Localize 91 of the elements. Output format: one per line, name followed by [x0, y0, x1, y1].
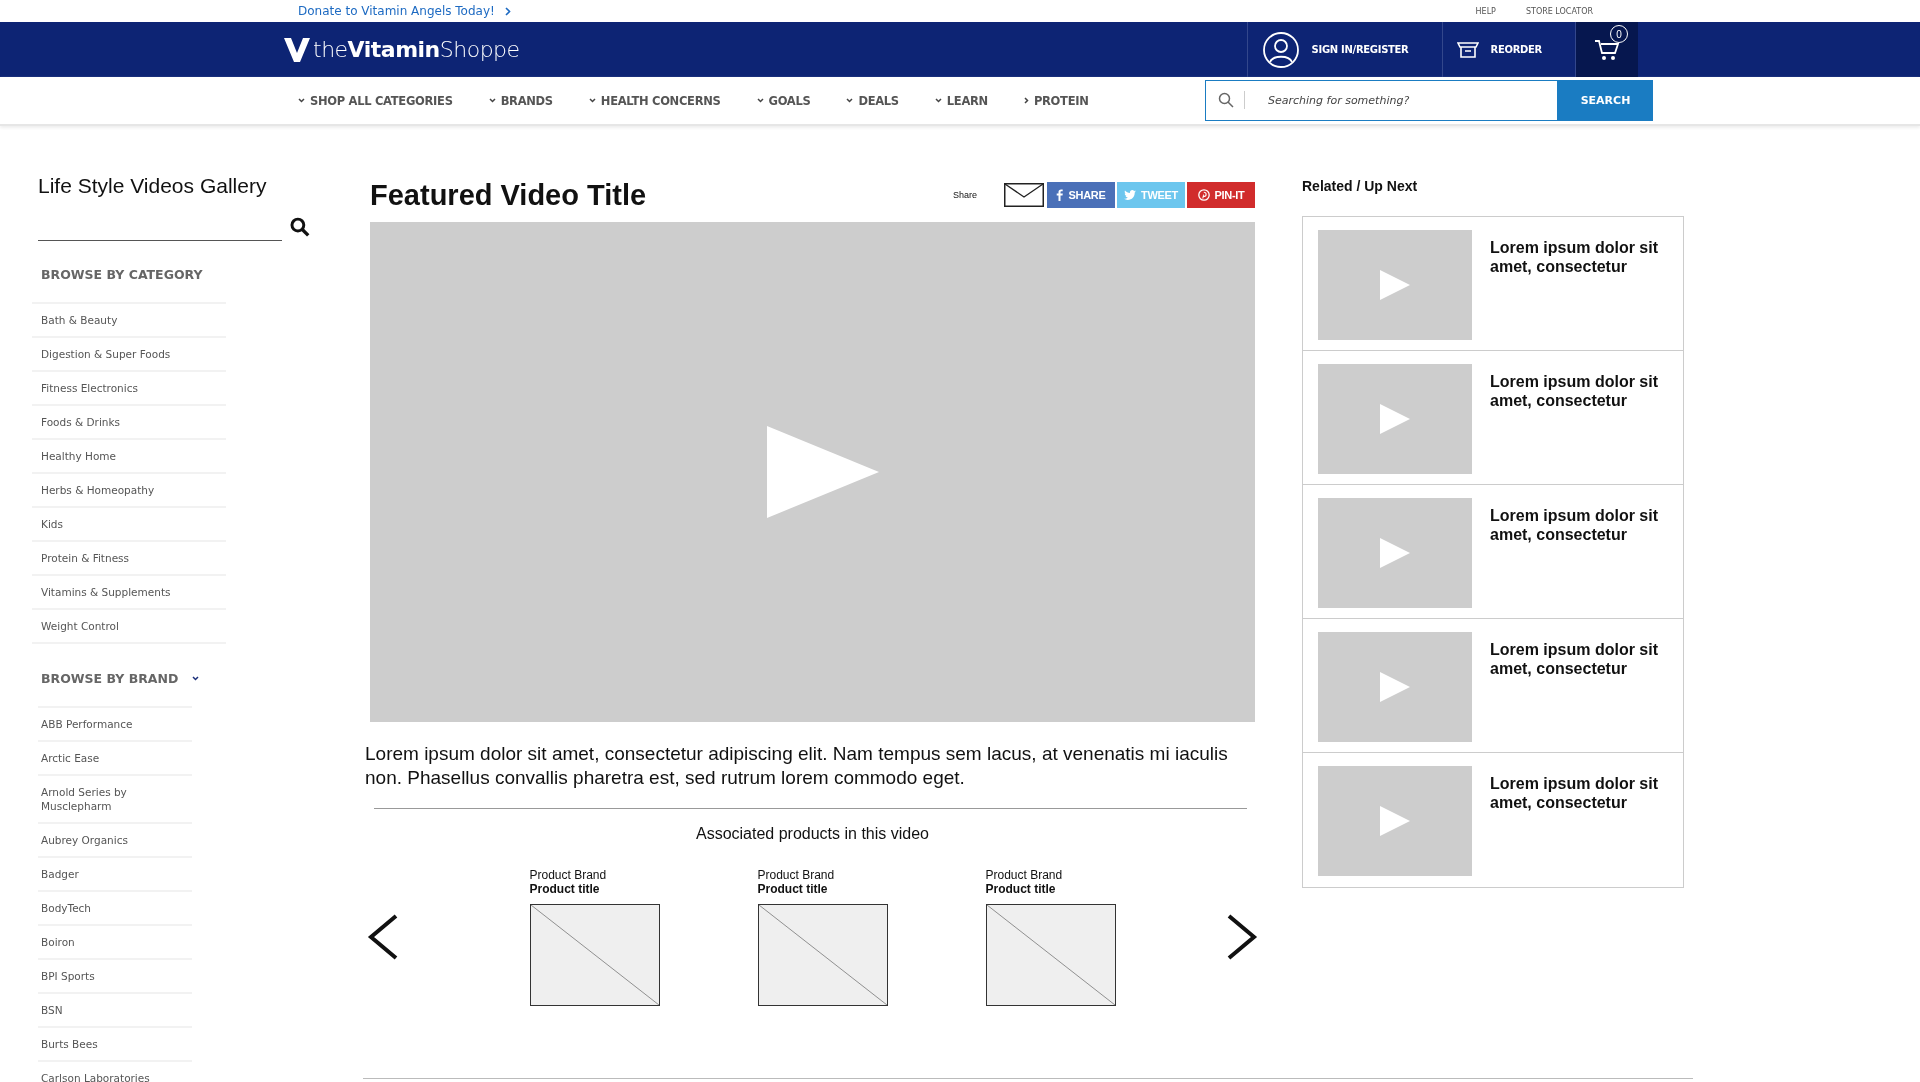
product-title[interactable]: Product title [529, 882, 660, 896]
video-thumbnail[interactable] [1318, 766, 1472, 876]
search-field[interactable]: Searching for something? [1205, 80, 1558, 121]
play-icon [1380, 538, 1410, 568]
chevron-right-icon [504, 6, 511, 16]
caret-icon[interactable] [192, 676, 200, 681]
related-video-title[interactable]: Lorem ipsum dolor sit amet, consectetur [1490, 640, 1675, 752]
share-label: Share [952, 190, 977, 200]
product-image-placeholder[interactable] [985, 904, 1116, 1006]
facebook-icon [1056, 189, 1064, 201]
related-video-title[interactable]: Lorem ipsum dolor sit amet, consectetur [1490, 238, 1675, 350]
brand-link[interactable]: Badger [38, 858, 192, 892]
product-image-placeholder[interactable] [529, 904, 660, 1006]
play-icon [1380, 270, 1410, 300]
search-button[interactable]: SEARCH [1558, 80, 1653, 121]
email-icon[interactable] [1004, 183, 1044, 207]
related-video-title[interactable]: Lorem ipsum dolor sit amet, consectetur [1490, 372, 1675, 484]
chevron-left-icon[interactable] [367, 914, 399, 960]
caret-icon [756, 98, 764, 103]
share-button[interactable]: SHARE [1047, 182, 1115, 208]
logo[interactable]: theVitaminShoppe [283, 36, 520, 63]
utility-link[interactable]: STORE LOCATOR [1525, 6, 1593, 16]
product-brand: Product Brand [757, 868, 836, 882]
category-link[interactable]: Vitamins & Supplements [32, 576, 226, 610]
nav-menu-item[interactable]: GOALS [756, 93, 811, 108]
category-link[interactable]: Healthy Home [32, 440, 226, 474]
video-description: Lorem ipsum dolor sit amet, consectetur adipiscing elit. Nam tempus sem lacus, at venenatis mi iaculis non. Phasellus convallis pharetra est, sed rutrum lorem commodo eget. [365, 742, 1229, 790]
bird-icon [1124, 190, 1136, 200]
nav-menu-item[interactable]: PROTEIN [1023, 93, 1089, 108]
brand-link[interactable]: Burts Bees [38, 1028, 192, 1062]
product-title[interactable]: Product title [757, 882, 888, 896]
brand-heading: BROWSE BY BRAND [41, 671, 179, 686]
promo-link[interactable]: Donate to Vitamin Angels Today! [298, 4, 495, 18]
category-link[interactable]: Bath & Beauty [32, 304, 226, 338]
search-icon[interactable] [290, 216, 310, 237]
category-link[interactable]: Foods & Drinks [32, 406, 226, 440]
brand-link[interactable]: Arctic Ease [38, 742, 192, 776]
user-icon [1261, 30, 1300, 69]
brand-link[interactable]: ABB Performance [38, 708, 192, 742]
brand-link[interactable]: Aubrey Organics [38, 824, 192, 858]
brand-link[interactable]: BPI Sports [38, 960, 192, 994]
category-link[interactable]: Kids [32, 508, 226, 542]
gallery-title: Life Style Videos Gallery [38, 174, 268, 198]
products-heading: Associated products in this video [695, 825, 930, 843]
nav-menu-item[interactable]: SHOP ALL CATEGORIES [298, 93, 453, 108]
nav-menu-item[interactable]: LEARN [934, 93, 988, 108]
brand-link[interactable]: BodyTech [38, 892, 192, 926]
product-brand: Product Brand [529, 868, 608, 882]
nav-menu-item[interactable]: BRANDS [488, 93, 553, 108]
cart-count-badge: 0 [1610, 25, 1628, 43]
utility-link[interactable]: HELP [1475, 6, 1496, 16]
brand-link[interactable]: Carlson Laboratories [38, 1062, 192, 1082]
sign-in-link[interactable]: SIGN IN/REGISTER [1246, 22, 1442, 77]
nav-menu-item[interactable]: HEALTH CONCERNS [588, 93, 721, 108]
play-icon [1380, 806, 1410, 836]
video-thumbnail[interactable] [1318, 230, 1472, 340]
share-button[interactable]: PIN-IT [1187, 182, 1255, 208]
play-icon [1380, 672, 1410, 702]
category-link[interactable]: Digestion & Super Foods [32, 338, 226, 372]
related-video-title[interactable]: Lorem ipsum dolor sit amet, consectetur [1490, 506, 1675, 618]
video-title: Featured Video Title [370, 178, 648, 212]
caret-icon [588, 98, 596, 103]
chevron-right-icon [1023, 97, 1029, 104]
chevron-right-icon[interactable] [1226, 914, 1258, 960]
product-brand: Product Brand [985, 868, 1064, 882]
search-icon [1218, 92, 1234, 108]
caret-icon [934, 98, 942, 103]
product-image-placeholder[interactable] [757, 904, 888, 1006]
play-icon [1380, 404, 1410, 434]
pin-icon [1197, 189, 1210, 201]
category-heading: BROWSE BY CATEGORY [41, 267, 204, 282]
nav-menu-item[interactable]: DEALS [846, 93, 899, 108]
video-thumbnail[interactable] [1318, 364, 1472, 474]
brand-link[interactable]: BSN [38, 994, 192, 1028]
category-link[interactable]: Fitness Electronics [32, 372, 226, 406]
related-video-title[interactable]: Lorem ipsum dolor sit amet, consectetur [1490, 774, 1675, 887]
cart-button[interactable]: 0 [1575, 22, 1638, 77]
box-icon [1456, 40, 1479, 59]
brand-link[interactable]: Boiron [38, 926, 192, 960]
cart-icon [1594, 37, 1620, 62]
video-thumbnail[interactable] [1318, 498, 1472, 608]
related-heading: Related / Up Next [1302, 178, 1419, 194]
caret-icon [488, 98, 496, 103]
caret-icon [298, 98, 305, 103]
category-link[interactable]: Protein & Fitness [32, 542, 226, 576]
brand-link[interactable]: Arnold Series by Musclepharm [38, 776, 192, 824]
caret-icon [846, 98, 854, 103]
product-title[interactable]: Product title [985, 882, 1116, 896]
category-link[interactable]: Herbs & Homeopathy [32, 474, 226, 508]
category-link[interactable]: Weight Control [32, 610, 226, 644]
video-thumbnail[interactable] [1318, 632, 1472, 742]
